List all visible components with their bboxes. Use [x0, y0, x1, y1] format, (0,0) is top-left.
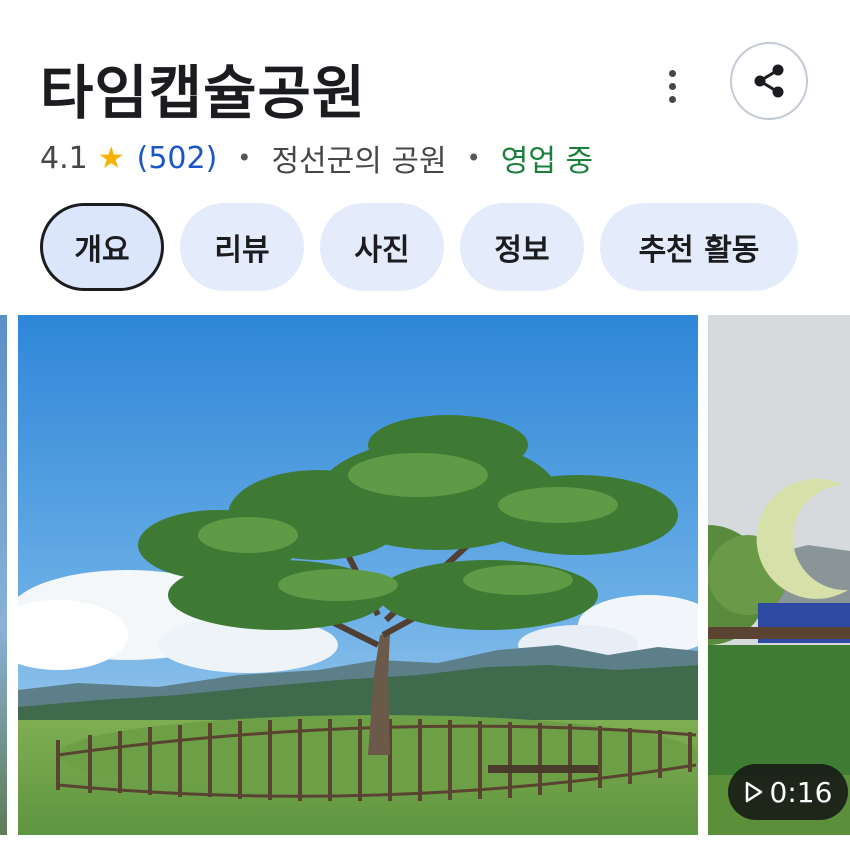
tab-overview[interactable]: 개요	[40, 203, 164, 291]
star-icon: ★	[97, 140, 125, 176]
open-status: 영업 중	[500, 144, 594, 179]
more-vert-icon-dot	[668, 82, 676, 90]
tab-info[interactable]: 정보	[460, 203, 584, 291]
landscape-photo	[18, 315, 698, 835]
tab-recommended-activities[interactable]: 추천 활동	[600, 203, 798, 291]
share-button[interactable]	[730, 42, 808, 120]
place-category: 정선군의 공원	[271, 144, 447, 179]
review-count-link[interactable]: (502)	[137, 141, 218, 176]
more-options-button[interactable]	[650, 64, 694, 108]
share-icon	[754, 64, 784, 98]
tab-bar: 개요 리뷰 사진 정보 추천 활동	[40, 203, 798, 291]
video-duration: 0:16	[769, 775, 833, 809]
play-icon	[745, 781, 762, 803]
moon-sculpture-photo	[708, 315, 850, 835]
photo-next-video[interactable]	[708, 315, 850, 835]
video-duration-badge: 0:16	[728, 764, 848, 820]
rating-value: 4.1	[40, 140, 88, 176]
place-meta-row: 4.1 ★ (502) • 정선군의 공원 • 영업 중	[40, 138, 594, 180]
tab-photos[interactable]: 사진	[320, 203, 444, 291]
more-vert-icon-dot	[668, 95, 676, 103]
photo-main-tree[interactable]	[18, 315, 698, 835]
place-title: 타임캡슐공원	[40, 59, 367, 127]
separator-dot: •	[237, 144, 252, 172]
photo-previous-edge[interactable]	[0, 315, 7, 835]
more-vert-icon-dot	[668, 69, 676, 77]
tab-reviews[interactable]: 리뷰	[180, 203, 304, 291]
separator-dot: •	[466, 144, 481, 172]
